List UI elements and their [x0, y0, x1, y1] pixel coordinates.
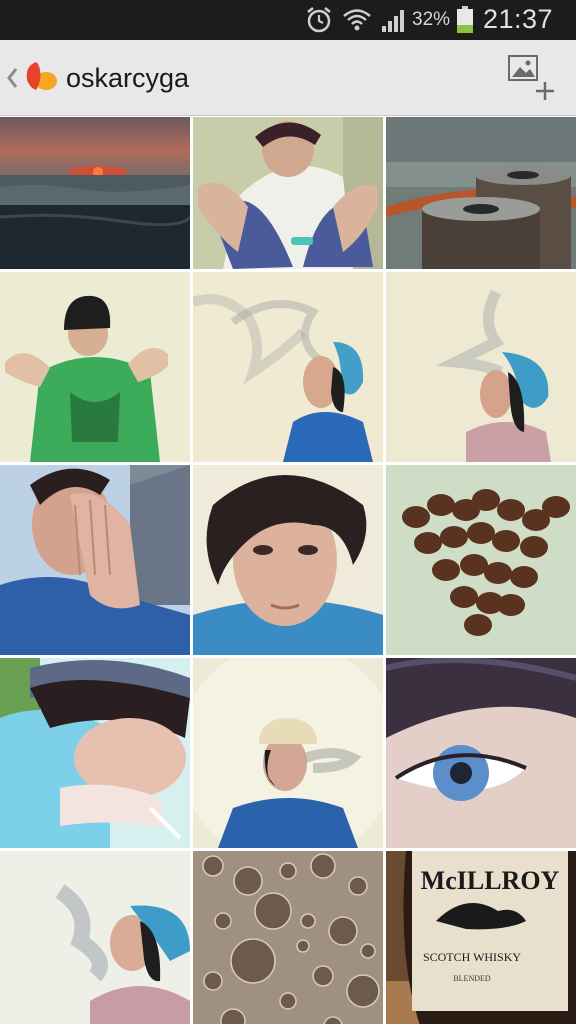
status-bar: 32% 21:37 [0, 0, 576, 40]
photo-boy-sitting[interactable] [193, 117, 383, 269]
photo-whisky-bottle[interactable]: McILLROY SCOTCH WHISKY BLENDED [386, 851, 576, 1024]
wifi-icon [343, 9, 371, 31]
photo-boy-smoke-cap[interactable] [193, 658, 383, 848]
page-title: oskarcyga [66, 63, 190, 93]
back-chevron-icon[interactable] [6, 66, 18, 90]
battery-percent: 32% [412, 9, 451, 30]
photo-boy-smoke[interactable] [386, 272, 576, 462]
clock: 21:37 [483, 4, 554, 34]
photo-sunset[interactable] [0, 117, 190, 269]
photo-grid: McILLROY SCOTCH WHISKY BLENDED [0, 117, 576, 1024]
app-logo-icon[interactable] [22, 58, 58, 94]
action-bar: oskarcyga [0, 40, 576, 116]
photo-coffee-beans[interactable] [386, 465, 576, 655]
photo-boy-smoke-cap-side[interactable] [0, 851, 190, 1024]
svg-text:McILLROY: McILLROY [421, 866, 560, 895]
svg-text:SCOTCH WHISKY: SCOTCH WHISKY [423, 950, 521, 964]
photo-boy-smoke-up[interactable] [193, 272, 383, 462]
photo-bubbles[interactable] [193, 851, 383, 1024]
alarm-icon [307, 7, 331, 33]
svg-text:BLENDED: BLENDED [453, 974, 491, 983]
signal-icon [382, 10, 404, 32]
add-photo-icon[interactable] [502, 52, 560, 104]
photo-boy-portrait[interactable] [193, 465, 383, 655]
battery-icon [457, 6, 473, 33]
photo-boy-cigarette[interactable] [0, 658, 190, 848]
photo-boy-beanie[interactable] [0, 272, 190, 462]
photo-boy-hands[interactable] [0, 465, 190, 655]
photo-blue-eye[interactable] [386, 658, 576, 848]
photo-bollard[interactable] [386, 117, 576, 269]
